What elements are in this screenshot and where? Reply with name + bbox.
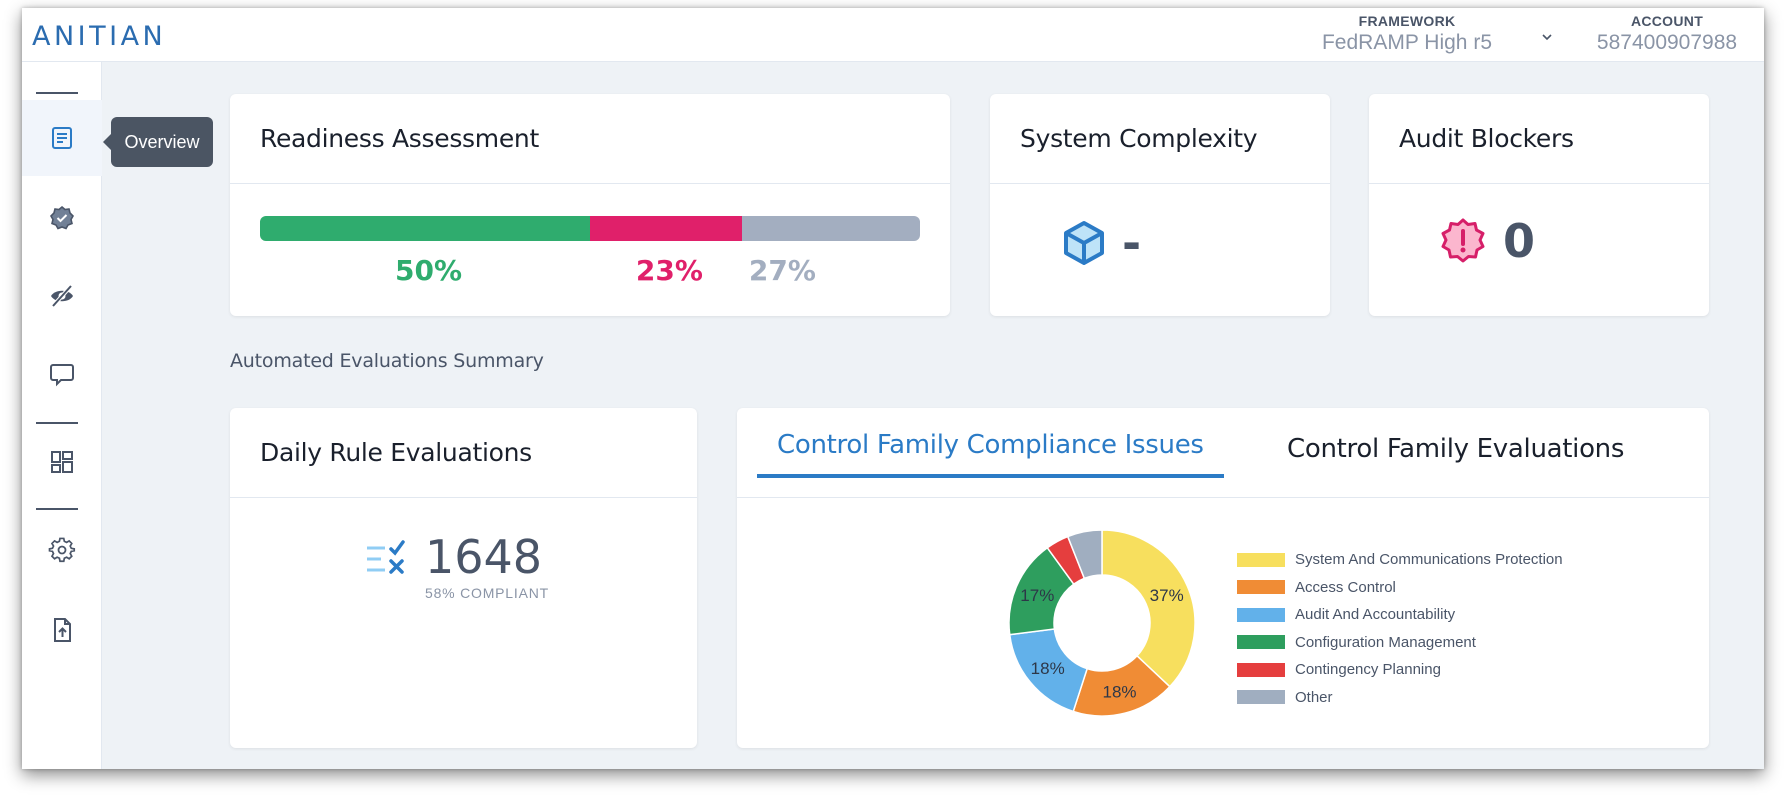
blockers-value: 0	[1503, 214, 1536, 268]
legend-swatch	[1237, 690, 1285, 705]
sidebar-divider	[36, 508, 78, 510]
compliance-issues-donut-chart: 37% 18% 18% 17%	[1008, 529, 1196, 717]
daily-rule-evaluations-card: Daily Rule Evaluations 1648 58% COMPLIAN…	[230, 408, 697, 748]
complexity-value: -	[1122, 216, 1142, 270]
sidebar-item-compliance[interactable]	[22, 180, 102, 256]
readiness-assessment-card: Readiness Assessment 50% 23% 27%	[230, 94, 950, 316]
progress-segment	[741, 216, 920, 241]
card-header: Audit Blockers	[1369, 94, 1709, 184]
alert-badge-icon	[1441, 218, 1485, 263]
control-family-tabs: Control Family Compliance Issues Control…	[737, 408, 1709, 498]
donut-slice-label: 18%	[1031, 659, 1065, 678]
anitian-logo[interactable]: ANITIAN	[32, 20, 202, 50]
readiness-progress-bar	[260, 216, 920, 241]
sidebar-item-settings[interactable]	[22, 512, 102, 588]
blockers-stat: 0	[1439, 214, 1535, 268]
progress-percent-label: 23%	[635, 254, 703, 287]
legend-label: Access Control	[1295, 578, 1396, 596]
legend-label: System And Communications Protection	[1295, 551, 1563, 569]
sidebar-item-hidden[interactable]	[22, 258, 102, 334]
audit-blockers-card: Audit Blockers 0	[1369, 94, 1709, 316]
tab-control-family-compliance-issues[interactable]: Control Family Compliance Issues	[777, 430, 1204, 460]
sidebar-nav	[22, 62, 102, 769]
legend-item[interactable]: Access Control	[1237, 574, 1563, 602]
file-upload-icon	[54, 618, 71, 642]
card-title: Readiness Assessment	[260, 124, 539, 153]
legend-item[interactable]: Configuration Management	[1237, 629, 1563, 657]
progress-percent-label: 50%	[395, 254, 463, 287]
progress-segment	[590, 216, 742, 241]
sidebar-divider	[36, 92, 78, 94]
legend-item[interactable]: Audit And Accountability	[1237, 601, 1563, 629]
sidebar-item-upload[interactable]	[22, 592, 102, 668]
legend-label: Configuration Management	[1295, 633, 1476, 651]
daily-eval-stat: 1648 58% COMPLIANT	[365, 533, 549, 601]
list-check-x-icon	[367, 540, 405, 574]
legend-swatch	[1237, 607, 1285, 622]
top-bar: ANITIAN FRAMEWORK FedRAMP High r5 ACCOUN…	[22, 8, 1764, 62]
progress-percent-label: 27%	[748, 254, 816, 287]
chat-icon	[50, 364, 74, 387]
daily-eval-compliance: 58% COMPLIANT	[425, 585, 549, 601]
donut-slice-label: 17%	[1020, 586, 1054, 605]
legend-label: Contingency Planning	[1295, 661, 1441, 679]
badge-check-icon	[50, 205, 74, 230]
legend-label: Other	[1295, 688, 1333, 706]
donut-slice[interactable]	[1101, 529, 1196, 688]
donut-slice-label: 37%	[1150, 586, 1184, 605]
framework-select[interactable]: FRAMEWORK FedRAMP High r5	[1312, 12, 1552, 56]
legend-item[interactable]: Contingency Planning	[1237, 656, 1563, 684]
donut-slice-label: 18%	[1103, 682, 1137, 701]
sidebar-item-dashboard[interactable]	[22, 424, 102, 500]
framework-label: FRAMEWORK	[1358, 13, 1456, 29]
section-heading: Automated Evaluations Summary	[230, 350, 544, 372]
gear-icon	[48, 537, 76, 563]
control-family-card: Control Family Compliance Issues Control…	[737, 408, 1709, 748]
overview-tooltip: Overview	[103, 117, 213, 167]
card-title: Daily Rule Evaluations	[260, 438, 532, 467]
daily-eval-count: 1648	[425, 530, 543, 584]
legend-item[interactable]: System And Communications Protection	[1237, 546, 1563, 574]
legend-swatch	[1237, 635, 1285, 650]
system-complexity-card: System Complexity -	[990, 94, 1330, 316]
account-select[interactable]: ACCOUNT 587400907988	[1562, 12, 1764, 56]
legend-swatch	[1237, 580, 1285, 595]
legend-label: Audit And Accountability	[1295, 606, 1456, 624]
sidebar-item-overview[interactable]	[22, 100, 102, 176]
svg-text:ANITIAN: ANITIAN	[32, 21, 166, 50]
card-header: System Complexity	[990, 94, 1330, 184]
card-header: Daily Rule Evaluations	[230, 408, 697, 498]
document-icon	[52, 127, 72, 149]
card-title: Audit Blockers	[1399, 124, 1574, 153]
tab-control-family-evaluations[interactable]: Control Family Evaluations	[1287, 434, 1624, 464]
dashboard-icon	[51, 451, 73, 473]
complexity-stat: -	[1062, 216, 1141, 270]
legend-swatch	[1237, 662, 1285, 677]
active-tab-indicator	[757, 474, 1224, 478]
progress-segment	[260, 216, 590, 241]
card-header: Readiness Assessment	[230, 94, 950, 184]
sidebar-item-comments[interactable]	[22, 336, 102, 412]
app-window: ANITIAN FRAMEWORK FedRAMP High r5 ACCOUN…	[22, 8, 1764, 769]
chevron-down-icon	[1542, 34, 1552, 41]
chart-legend: System And Communications Protection Acce…	[1237, 546, 1563, 711]
cube-icon	[1064, 221, 1104, 265]
card-title: System Complexity	[1020, 124, 1258, 153]
account-value: 587400907988	[1596, 31, 1738, 54]
legend-item[interactable]: Other	[1237, 684, 1563, 712]
framework-value: FedRAMP High r5	[1321, 31, 1492, 54]
eye-off-icon	[51, 284, 73, 308]
legend-swatch	[1237, 552, 1285, 567]
account-label: ACCOUNT	[1630, 13, 1704, 29]
